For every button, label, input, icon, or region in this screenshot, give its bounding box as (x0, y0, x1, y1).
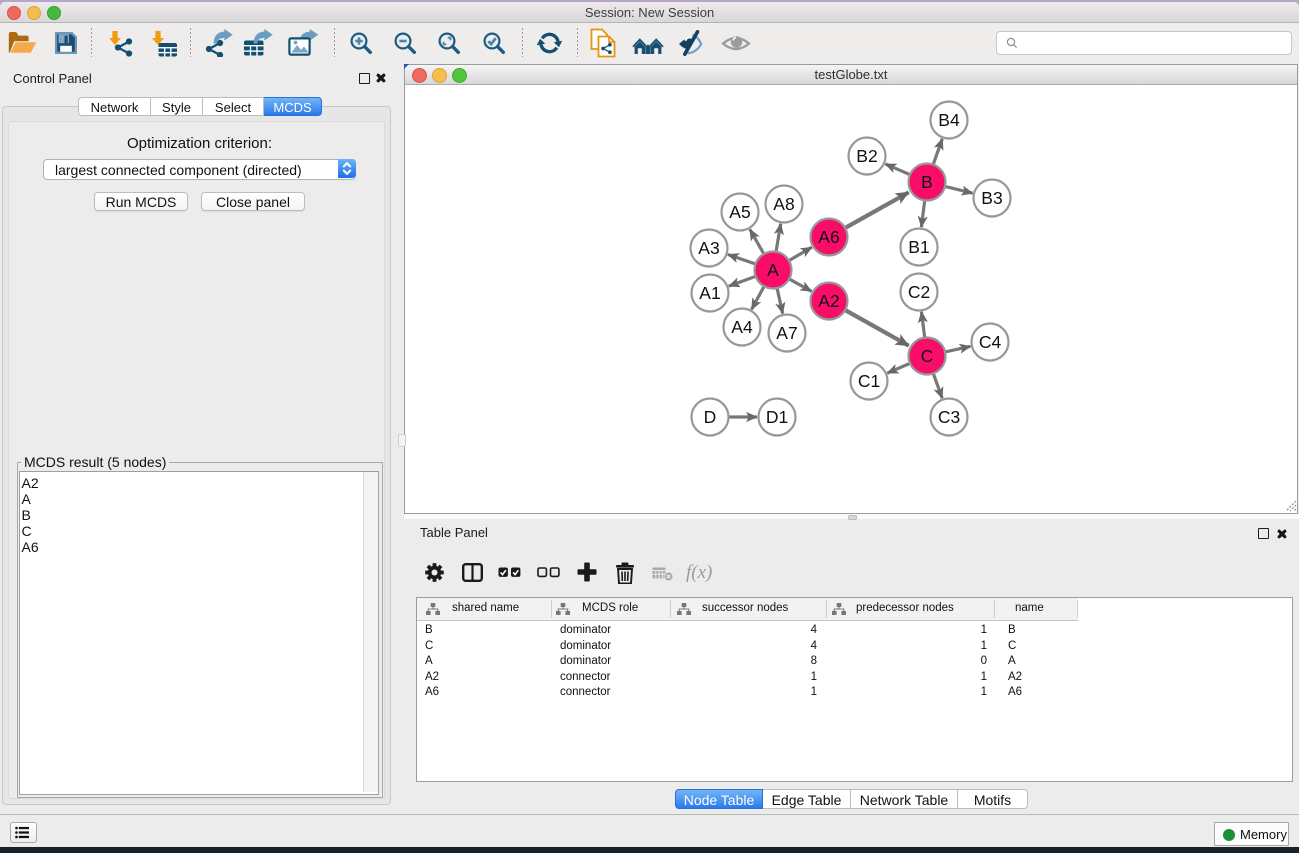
svg-text:A: A (767, 260, 779, 280)
svg-text:D1: D1 (766, 407, 788, 427)
svg-text:C3: C3 (938, 407, 960, 427)
svg-text:A7: A7 (776, 323, 797, 343)
svg-text:A4: A4 (731, 317, 753, 337)
svg-text:C: C (921, 346, 934, 366)
svg-text:B: B (921, 172, 933, 192)
svg-text:A3: A3 (698, 238, 719, 258)
svg-text:B4: B4 (938, 110, 960, 130)
svg-text:A2: A2 (818, 291, 839, 311)
svg-text:D: D (704, 407, 717, 427)
svg-text:C4: C4 (979, 332, 1002, 352)
svg-text:A1: A1 (699, 283, 720, 303)
svg-text:B1: B1 (908, 237, 929, 257)
svg-text:C2: C2 (908, 282, 930, 302)
svg-text:B3: B3 (981, 188, 1002, 208)
svg-text:B2: B2 (856, 146, 877, 166)
svg-text:A5: A5 (729, 202, 750, 222)
svg-text:C1: C1 (858, 371, 880, 391)
svg-text:A6: A6 (818, 227, 839, 247)
svg-text:A8: A8 (773, 194, 794, 214)
